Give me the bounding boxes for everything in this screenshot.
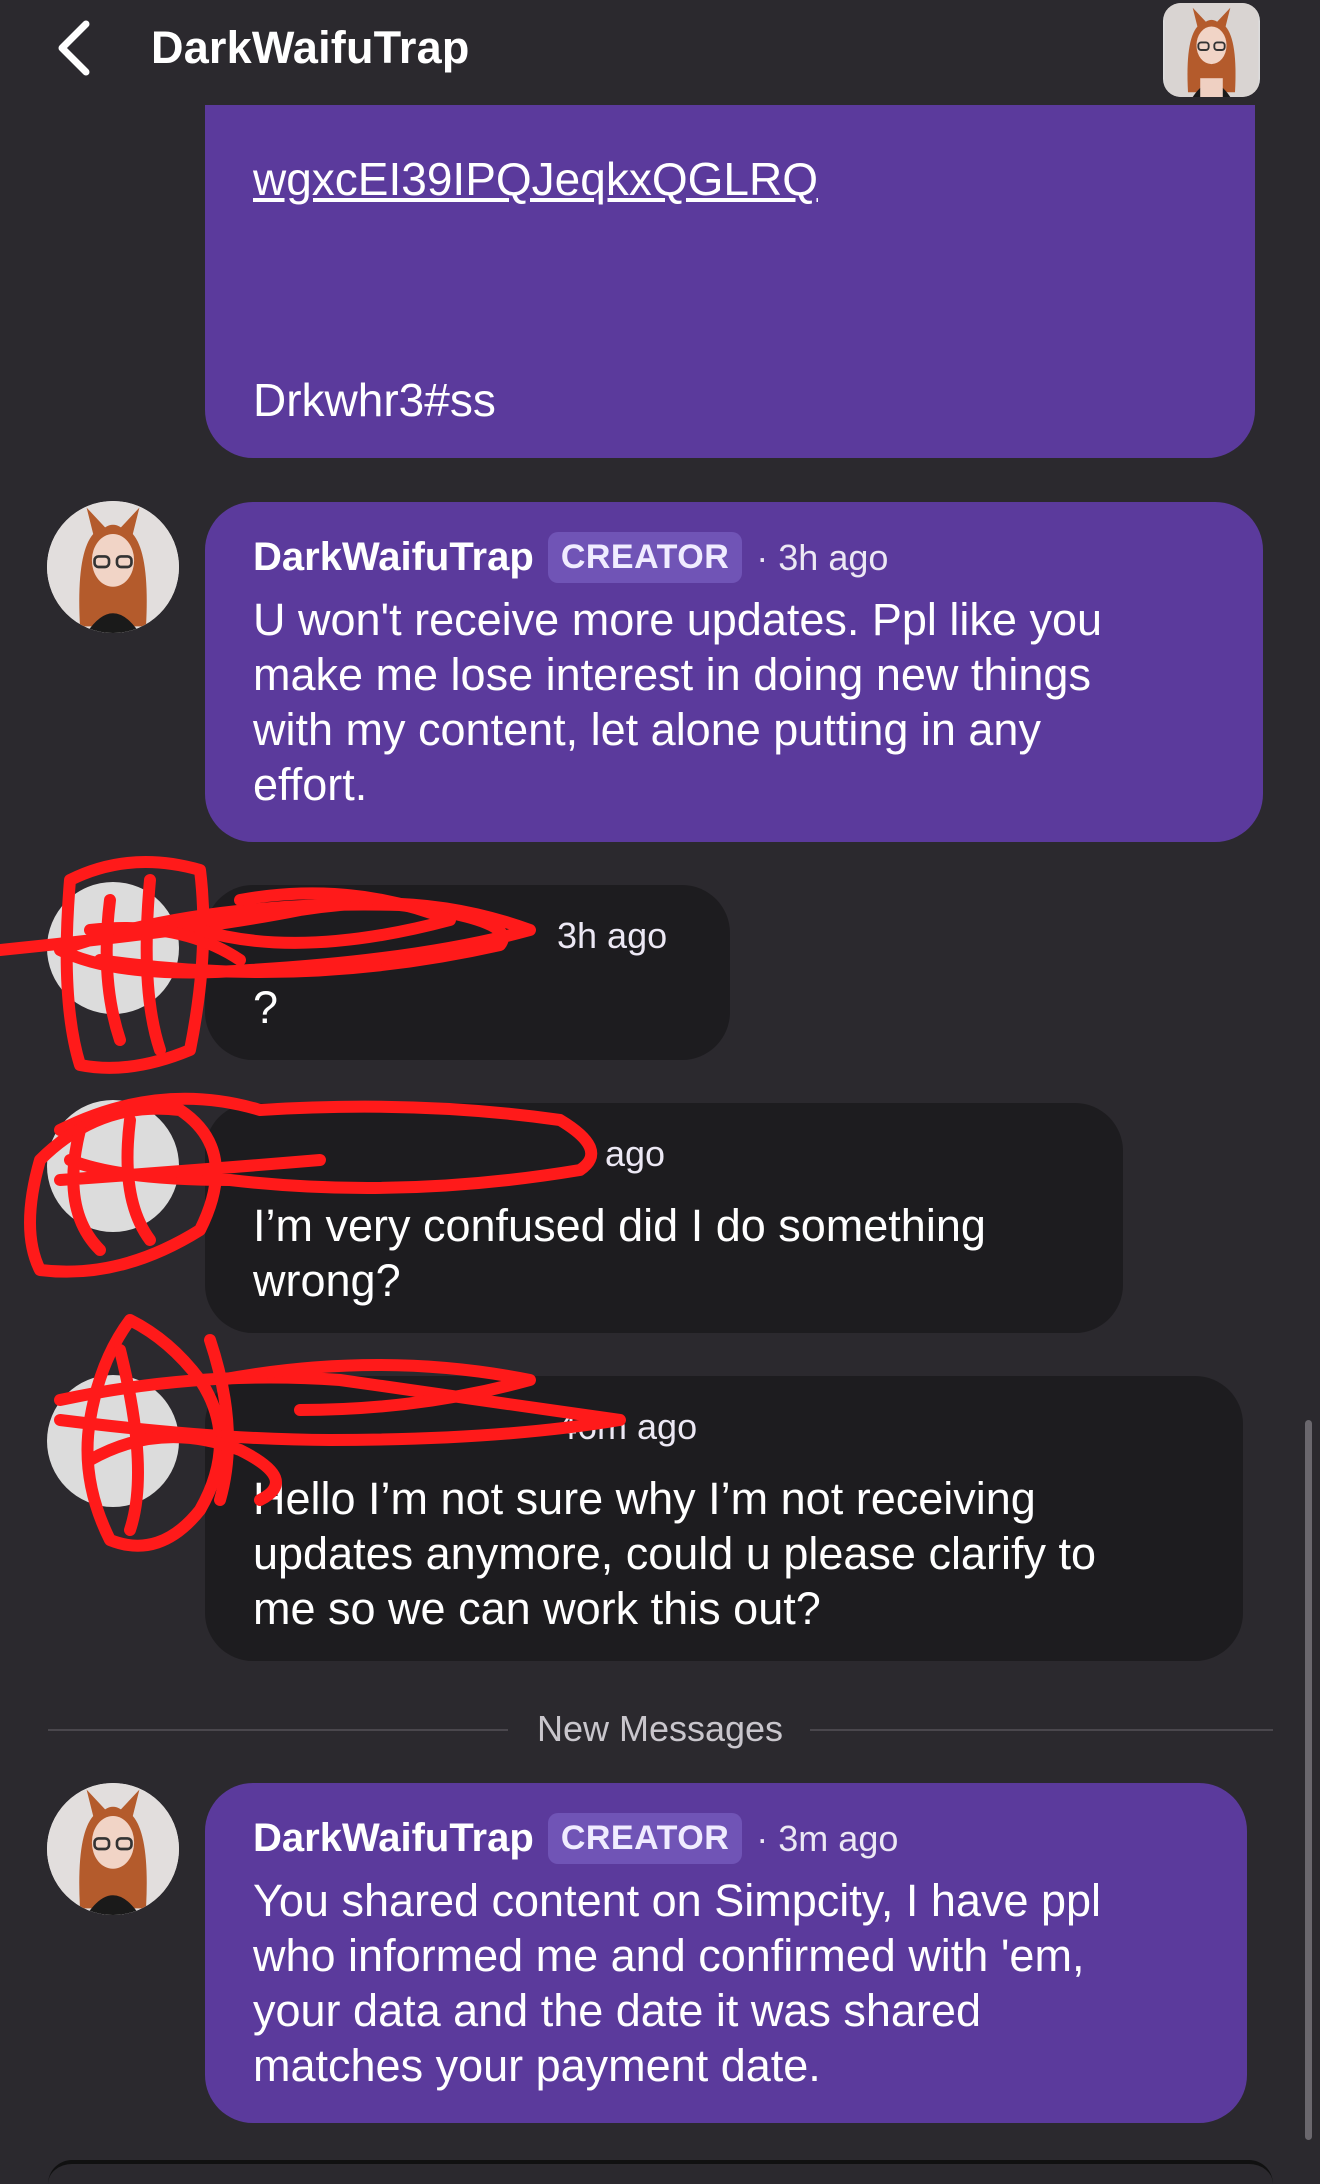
message-bubble: wgxcEI39IPQJeqkxQGLRQ Drkwhr3#ss — [205, 80, 1255, 458]
message-meta: DarkWaifuTrap CREATOR · 3m ago — [253, 1813, 898, 1864]
avatar[interactable] — [47, 1783, 179, 1915]
chevron-left-icon — [58, 20, 90, 76]
message-bubble: ago I’m very confused did I do something… — [205, 1103, 1123, 1333]
message-line: who informed me and confirmed with 'em, — [253, 1930, 1085, 1981]
timestamp: · 3h ago — [756, 536, 889, 578]
timestamp: 46m ago — [557, 1406, 698, 1447]
message-line: I’m very confused did I do something — [253, 1200, 986, 1251]
message-bubble: 46m ago Hello I’m not sure why I’m not r… — [205, 1376, 1243, 1661]
creator-badge: CREATOR — [547, 1813, 743, 1864]
message-bubble: DarkWaifuTrap CREATOR · 3m ago You share… — [205, 1783, 1247, 2123]
timestamp: 3h ago — [557, 915, 668, 956]
chat-header: DarkWaifuTrap — [0, 0, 1320, 105]
creator-badge: CREATOR — [547, 532, 743, 583]
message-line: make me lose interest in doing new thing… — [253, 649, 1091, 700]
message-line: me so we can work this out? — [253, 1583, 821, 1634]
scrollbar[interactable] — [1305, 1420, 1312, 2140]
message-line: updates anymore, could u please clarify … — [253, 1528, 1096, 1579]
message-line: Hello I’m not sure why I’m not receiving — [253, 1473, 1036, 1524]
message-link[interactable]: wgxcEI39IPQJeqkxQGLRQ — [253, 152, 818, 207]
message-line: You shared content on Simpcity, I have p… — [253, 1875, 1102, 1926]
message-line: ? — [253, 982, 279, 1033]
message-line: with my content, let alone putting in an… — [253, 704, 1041, 755]
message-line: your data and the date it was shared — [253, 1985, 981, 2036]
message-meta: 3h ago — [557, 915, 667, 957]
chat-title: DarkWaifuTrap — [151, 22, 470, 73]
message-meta: ago — [605, 1133, 665, 1175]
message-line: effort. — [253, 759, 368, 810]
message-meta: DarkWaifuTrap CREATOR · 3h ago — [253, 532, 888, 583]
timestamp: · 3m ago — [756, 1817, 899, 1859]
message-line: U won't receive more updates. Ppl like y… — [253, 594, 1103, 645]
message-text: Drkwhr3#ss — [253, 374, 496, 426]
avatar[interactable] — [47, 1375, 179, 1507]
back-button[interactable] — [50, 18, 100, 78]
author-name[interactable]: DarkWaifuTrap — [253, 1816, 534, 1861]
avatar[interactable] — [47, 1100, 179, 1232]
creator-avatar[interactable] — [1163, 3, 1260, 97]
message-line: matches your payment date. — [253, 2040, 821, 2091]
new-messages-label: New Messages — [536, 1708, 784, 1749]
timestamp: ago — [605, 1133, 666, 1174]
composer-edge — [48, 2160, 1273, 2184]
message-bubble: DarkWaifuTrap CREATOR · 3h ago U won't r… — [205, 502, 1263, 842]
message-bubble: 3h ago ? — [205, 885, 730, 1060]
avatar[interactable] — [47, 501, 179, 633]
author-name[interactable]: DarkWaifuTrap — [253, 535, 534, 580]
message-meta: 46m ago — [557, 1406, 697, 1448]
message-line: wrong? — [253, 1255, 401, 1306]
avatar[interactable] — [47, 882, 179, 1014]
